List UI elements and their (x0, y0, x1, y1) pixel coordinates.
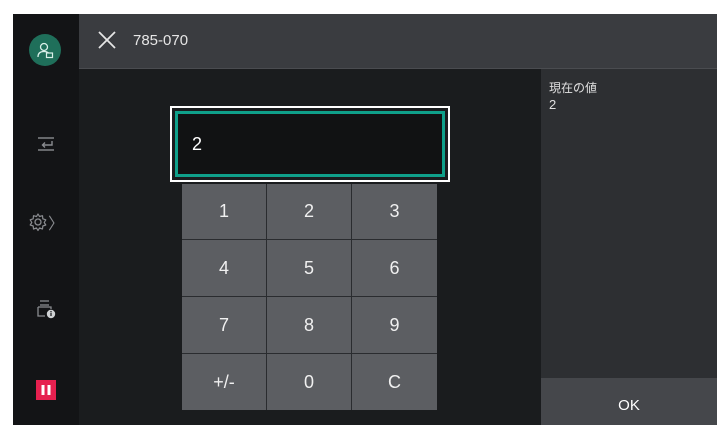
chevron-right-icon: 〉 (47, 216, 64, 233)
value-input-text: 2 (192, 134, 203, 154)
page-title: 785-070 (133, 32, 189, 49)
key-2[interactable]: 2 (267, 184, 352, 240)
current-value: 2 (549, 97, 557, 112)
info-panel: 現在の値 2 OK (541, 69, 717, 425)
key-4[interactable]: 4 (182, 240, 267, 297)
header-bar: 785-070 (79, 14, 717, 69)
sidebar: 〉 (13, 14, 79, 425)
key-6[interactable]: 6 (352, 240, 437, 297)
printer-info-icon (37, 300, 56, 319)
numeric-keypad: 1 2 3 4 5 6 7 8 9 +/- 0 C (182, 184, 437, 410)
key-3[interactable]: 3 (352, 184, 437, 240)
key-7[interactable]: 7 (182, 297, 267, 354)
value-input[interactable]: 2 (175, 111, 445, 177)
key-plus-minus[interactable]: +/- (182, 354, 267, 410)
sign-in-button[interactable] (13, 126, 79, 162)
gear-icon (29, 213, 47, 232)
current-value-label: 現在の値 (549, 81, 598, 95)
key-8[interactable]: 8 (267, 297, 352, 354)
key-9[interactable]: 9 (352, 297, 437, 354)
import-icon (38, 137, 54, 151)
key-5[interactable]: 5 (267, 240, 352, 297)
device-info-button[interactable] (13, 290, 79, 326)
pause-button[interactable] (36, 380, 56, 400)
value-input-focus-frame: 2 (170, 106, 450, 182)
ok-button[interactable]: OK (541, 378, 717, 425)
user-avatar[interactable] (29, 34, 61, 66)
key-0[interactable]: 0 (267, 354, 352, 410)
device-screen: 〉 785-070 2 1 2 3 4 5 6 7 8 9 +/- 0 C 現在… (13, 14, 717, 425)
settings-button[interactable]: 〉 (13, 204, 79, 240)
main-content: 2 1 2 3 4 5 6 7 8 9 +/- 0 C (79, 69, 541, 425)
user-icon (37, 42, 54, 59)
close-button[interactable] (95, 28, 119, 52)
key-1[interactable]: 1 (182, 184, 267, 240)
close-icon (98, 31, 116, 49)
pause-icon (41, 385, 51, 395)
key-clear[interactable]: C (352, 354, 437, 410)
